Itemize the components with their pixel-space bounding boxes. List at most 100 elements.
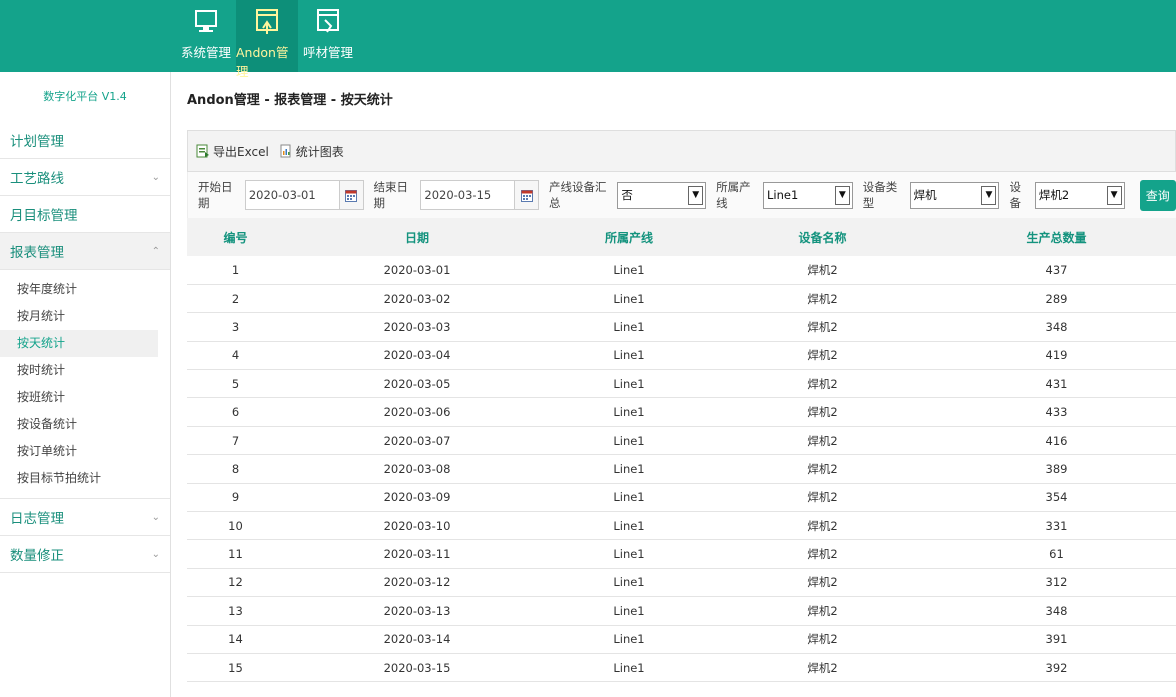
column-header[interactable]: 生产总数量	[937, 218, 1176, 256]
chevron-down-icon: ▼	[1106, 185, 1122, 205]
device-select[interactable]: 焊机2 ▼	[1034, 181, 1125, 209]
sidebar-item-report-management[interactable]: 报表管理 ⌃	[0, 233, 170, 270]
line-select[interactable]: Line1 ▼	[763, 181, 853, 209]
table-cell: 焊机2	[807, 405, 838, 420]
table-cell: 416	[1045, 433, 1068, 448]
calendar-icon[interactable]	[338, 181, 363, 209]
table-row[interactable]: 2 2020-03-02 Line1 焊机2 289	[187, 284, 1176, 313]
table-cell: Line1	[613, 348, 645, 363]
table-cell: 2020-03-15	[383, 660, 451, 675]
table-cell: 2020-03-06	[383, 405, 451, 420]
brand-title: 数字化平台 V1.4	[43, 90, 127, 103]
table-cell: Line1	[613, 547, 645, 562]
sub-item-device[interactable]: 按设备统计	[0, 411, 158, 438]
table-cell: 焊机2	[807, 632, 838, 647]
summary-value: 否	[621, 188, 633, 202]
topnav-system-management[interactable]: 系统管理	[176, 0, 236, 72]
sub-item-shift[interactable]: 按班统计	[0, 384, 158, 411]
sub-item-daily[interactable]: 按天统计	[0, 330, 158, 357]
start-date-input[interactable]: 2020-03-01	[244, 180, 364, 210]
table-row[interactable]: 10 2020-03-10 Line1 焊机2 331	[187, 512, 1176, 540]
table-row[interactable]: 7 2020-03-07 Line1 焊机2 416	[187, 426, 1176, 455]
device-type-value: 焊机	[913, 188, 937, 202]
sidebar-item-log-management[interactable]: 日志管理 ⌄	[0, 499, 170, 536]
table-row[interactable]: 5 2020-03-05 Line1 焊机2 431	[187, 370, 1176, 398]
query-button[interactable]: 查询	[1139, 179, 1176, 211]
table-row[interactable]: 3 2020-03-03 Line1 焊机2 348	[187, 313, 1176, 342]
table-cell: 2020-03-12	[383, 575, 451, 590]
table-cell: 312	[1045, 575, 1068, 590]
sub-item-target-takt[interactable]: 按目标节拍统计	[0, 465, 158, 492]
end-date-input[interactable]: 2020-03-15	[420, 180, 540, 210]
table-row[interactable]: 14 2020-03-14 Line1 焊机2 391	[187, 625, 1176, 654]
column-header[interactable]: 日期	[284, 218, 550, 256]
table-cell: Line1	[613, 575, 645, 590]
table-cell: 4	[231, 348, 240, 363]
statistics-chart-button[interactable]: 统计图表	[279, 143, 344, 160]
device-label: 设备	[1009, 180, 1021, 210]
chevron-down-icon: ⌄	[151, 171, 160, 183]
breadcrumb: Andon管理 - 报表管理 - 按天统计	[187, 93, 393, 108]
table-cell: 9	[231, 490, 240, 505]
sidebar-item-label: 工艺路线	[10, 171, 64, 187]
table-cell: 419	[1045, 348, 1068, 363]
sidebar-item-quantity-correction[interactable]: 数量修正 ⌄	[0, 536, 170, 573]
table-cell: 13	[228, 603, 243, 618]
sidebar-item-process-route[interactable]: 工艺路线 ⌄	[0, 159, 170, 196]
table-cell: Line1	[613, 518, 645, 533]
table-row[interactable]: 4 2020-03-04 Line1 焊机2 419	[187, 341, 1176, 370]
topnav-label: 呼材管理	[302, 45, 353, 60]
report-submenu: 按年度统计 按月统计 按天统计 按时统计 按班统计 按设备统计 按订单统计 按目…	[0, 270, 170, 499]
calendar-icon[interactable]	[514, 181, 539, 209]
table-cell: 2020-03-01	[383, 262, 451, 277]
table-row[interactable]: 13 2020-03-13 Line1 焊机2 348	[187, 597, 1176, 626]
table-row[interactable]: 6 2020-03-06 Line1 焊机2 433	[187, 398, 1176, 427]
topnav-andon-management[interactable]: Andon管理	[236, 0, 298, 79]
sidebar-item-monthly-target[interactable]: 月目标管理	[0, 196, 170, 233]
topnav-label: 系统管理	[180, 45, 231, 60]
excel-icon	[196, 144, 210, 158]
line-label: 所属产线	[716, 180, 751, 210]
table-row[interactable]: 11 2020-03-11 Line1 焊机2 61	[187, 540, 1176, 569]
column-header[interactable]: 设备名称	[708, 218, 937, 256]
table-cell: 2020-03-07	[383, 433, 451, 448]
summary-select[interactable]: 否 ▼	[617, 181, 707, 209]
table-row[interactable]: 9 2020-03-09 Line1 焊机2 354	[187, 483, 1176, 512]
column-header[interactable]: 编号	[187, 218, 284, 256]
table-cell: 2020-03-14	[383, 632, 451, 647]
table-cell: 焊机2	[807, 348, 838, 363]
device-value: 焊机2	[1038, 188, 1070, 202]
table-cell: 2020-03-13	[383, 603, 451, 618]
table-cell: 14	[228, 632, 243, 647]
chevron-down-icon: ▼	[834, 185, 850, 205]
main-content: Andon管理 - 报表管理 - 按天统计 导出Excel 统计图表 开始日期 …	[187, 72, 1176, 682]
table-row[interactable]: 8 2020-03-08 Line1 焊机2 389	[187, 455, 1176, 484]
table-cell: 437	[1045, 262, 1068, 277]
table-cell: 2020-03-05	[383, 376, 451, 391]
table-row[interactable]: 1 2020-03-01 Line1 焊机2 437	[187, 256, 1176, 285]
chevron-down-icon: ⌄	[151, 511, 160, 523]
table-cell: 2020-03-10	[383, 518, 451, 533]
chart-label: 统计图表	[295, 144, 344, 159]
sub-item-monthly[interactable]: 按月统计	[0, 303, 158, 330]
column-header[interactable]: 所属产线	[550, 218, 708, 256]
line-value: Line1	[767, 188, 799, 202]
chevron-down-icon: ⌄	[151, 548, 160, 560]
start-date-label: 开始日期	[198, 180, 233, 210]
topnav-material-call[interactable]: 呼材管理	[298, 0, 358, 72]
export-excel-button[interactable]: 导出Excel	[196, 143, 269, 160]
table-cell: 348	[1045, 603, 1068, 618]
sub-item-order[interactable]: 按订单统计	[0, 438, 158, 465]
table-cell: 焊机2	[807, 547, 838, 562]
sub-item-hourly[interactable]: 按时统计	[0, 357, 158, 384]
table-cell: 2020-03-11	[383, 547, 451, 562]
sidebar-item-label: 数量修正	[10, 548, 64, 564]
table-cell: 焊机2	[807, 319, 838, 334]
table-cell: 12	[228, 575, 243, 590]
device-type-select[interactable]: 焊机 ▼	[909, 181, 1000, 209]
table-row[interactable]: 15 2020-03-15 Line1 焊机2 392	[187, 653, 1176, 682]
table-cell: Line1	[613, 376, 645, 391]
sub-item-yearly[interactable]: 按年度统计	[0, 276, 158, 303]
table-row[interactable]: 12 2020-03-12 Line1 焊机2 312	[187, 568, 1176, 597]
sidebar-item-plan-management[interactable]: 计划管理	[0, 122, 170, 159]
